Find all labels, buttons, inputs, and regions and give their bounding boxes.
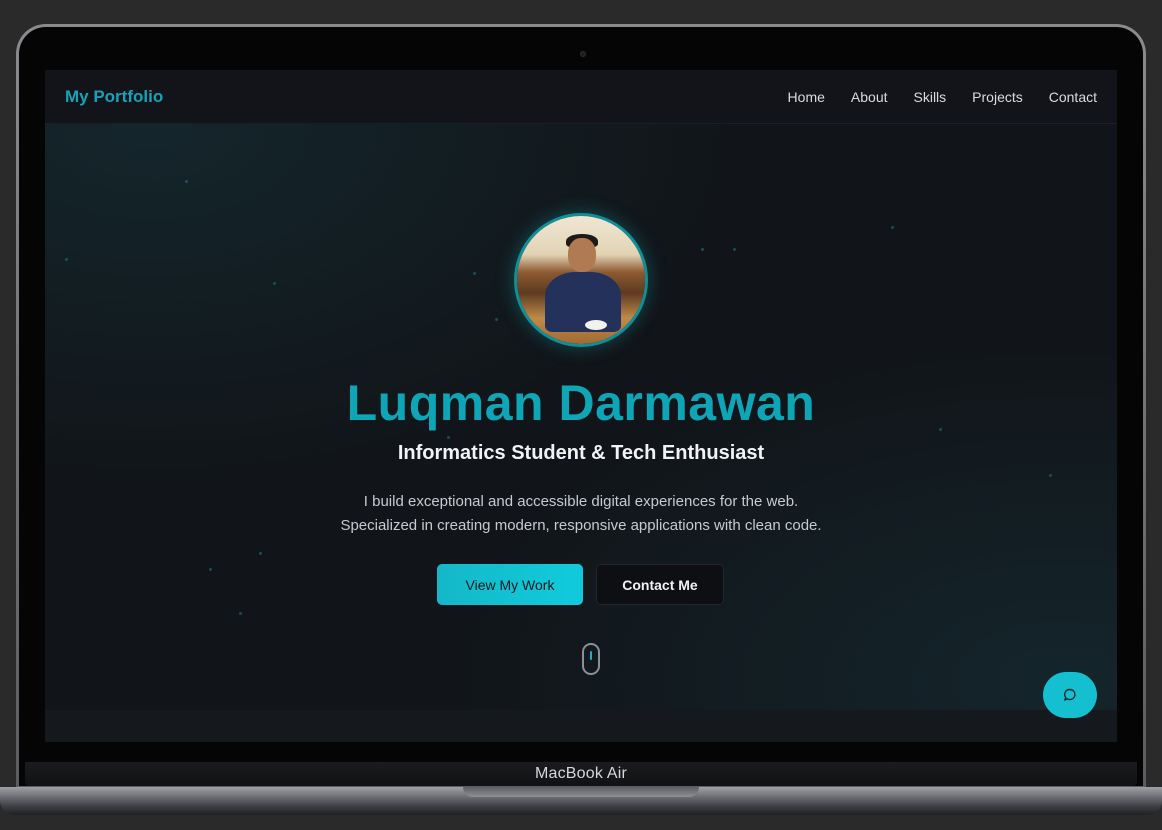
laptop-lid: My Portfolio Home About Skills Projects … xyxy=(16,24,1146,789)
decor-particle xyxy=(473,272,476,275)
decor-particle xyxy=(65,258,68,261)
laptop-chin: MacBook Air xyxy=(25,762,1137,786)
profile-avatar xyxy=(514,213,648,347)
chat-button[interactable] xyxy=(1043,672,1097,718)
nav-link-contact[interactable]: Contact xyxy=(1049,89,1097,105)
decor-particle xyxy=(209,568,212,571)
scroll-wheel-indicator xyxy=(590,651,592,660)
photo-face xyxy=(568,238,596,272)
nav-link-about[interactable]: About xyxy=(851,89,888,105)
decor-particle xyxy=(733,248,736,251)
brand-logo[interactable]: My Portfolio xyxy=(65,87,163,107)
hero-description-line1: I build exceptional and accessible digit… xyxy=(363,493,799,510)
decor-particle xyxy=(259,552,262,555)
decor-particle xyxy=(891,226,894,229)
laptop-bezel: My Portfolio Home About Skills Projects … xyxy=(19,27,1143,786)
hero-name: Luqman Darmawan xyxy=(346,375,816,431)
hero-subtitle: Informatics Student & Tech Enthusiast xyxy=(397,442,765,464)
decor-particle xyxy=(495,318,498,321)
decor-particle xyxy=(273,282,276,285)
hero-description: I build exceptional and accessible digit… xyxy=(45,490,1117,538)
decor-particle xyxy=(701,248,704,251)
decor-particle xyxy=(239,612,242,615)
photo-shirt xyxy=(545,272,621,332)
chat-bubble-icon xyxy=(1064,688,1076,701)
device-label: MacBook Air xyxy=(534,765,627,782)
contact-me-button[interactable]: Contact Me xyxy=(596,564,724,605)
hero-description-line2: Specialized in creating modern, responsi… xyxy=(340,517,822,534)
decor-particle xyxy=(185,180,188,183)
nav-links: Home About Skills Projects Contact xyxy=(788,89,1097,105)
camera-icon xyxy=(580,51,586,57)
view-my-work-button[interactable]: View My Work xyxy=(437,564,583,605)
navbar: My Portfolio Home About Skills Projects … xyxy=(45,70,1117,124)
laptop-hinge-notch xyxy=(463,787,699,797)
decor-particle xyxy=(1049,474,1052,477)
nav-link-projects[interactable]: Projects xyxy=(972,89,1023,105)
hero-section: Luqman Darmawan Informatics Student & Te… xyxy=(45,124,1117,710)
next-section-edge xyxy=(45,710,1117,742)
nav-link-home[interactable]: Home xyxy=(788,89,825,105)
photo-cup xyxy=(585,320,607,330)
nav-link-skills[interactable]: Skills xyxy=(914,89,947,105)
mouse-scroll-icon[interactable] xyxy=(582,643,600,675)
profile-photo xyxy=(517,216,645,344)
browser-screen: My Portfolio Home About Skills Projects … xyxy=(45,70,1117,742)
decor-particle xyxy=(447,436,450,439)
